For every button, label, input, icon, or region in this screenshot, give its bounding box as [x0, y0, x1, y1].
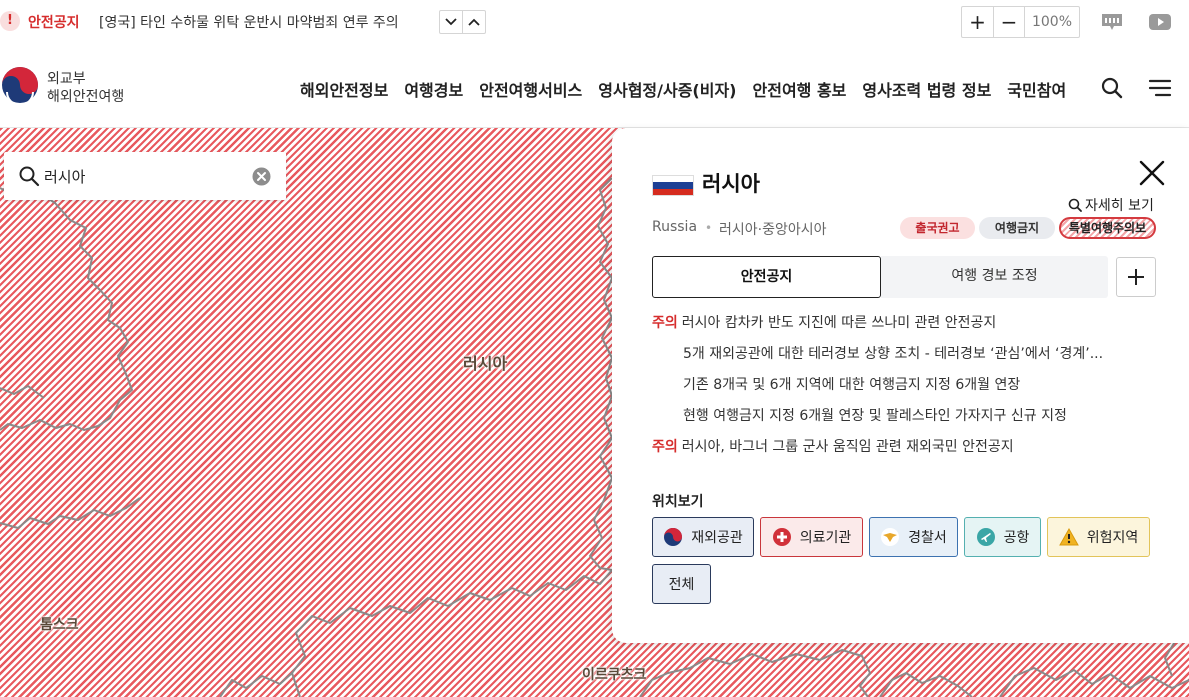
zoom-control: + − 100%	[961, 6, 1080, 38]
notice-title: 러시아 캄차카 반도 지진에 따른 쓰나미 관련 안전공지	[681, 315, 997, 331]
list-item[interactable]: 5개 재외공관에 대한 테러경보 상향 조치 - 테러경보 ‘관심’에서 ‘경계…	[652, 344, 1152, 375]
hamburger-menu-icon[interactable]	[1148, 78, 1172, 98]
chevron-down-icon[interactable]	[440, 11, 462, 33]
map-label-tomsk: 톰스크	[40, 617, 79, 633]
status-badge-departure-advised: 출국권고	[900, 217, 975, 239]
add-button[interactable]	[1116, 257, 1156, 297]
separator-dot: •	[705, 221, 713, 235]
safety-notice-list: 주의 러시아 캄차카 반도 지진에 따른 쓰나미 관련 안전공지 5개 재외공관에…	[652, 313, 1152, 468]
notice-title: 5개 재외공관에 대한 테러경보 상향 조치 - 테러경보 ‘관심’에서 ‘경계…	[683, 346, 1104, 362]
magnifier-icon	[1068, 198, 1082, 212]
logo-text-service[interactable]: 해외안전여행	[47, 86, 124, 106]
zoom-out-button[interactable]: −	[993, 7, 1024, 37]
blog-icon[interactable]	[1100, 12, 1124, 32]
list-item[interactable]: 주의 러시아, 바그너 그룹 군사 움직임 관련 재외국민 안전공지	[652, 437, 1152, 468]
danger-zone-label: 위험지역	[1086, 530, 1139, 546]
clear-search-icon[interactable]	[252, 167, 271, 186]
close-icon[interactable]	[1139, 160, 1165, 186]
notice-tag: 주의	[652, 439, 678, 455]
search-icon	[19, 166, 40, 187]
warning-icon	[1058, 528, 1079, 546]
list-item[interactable]: 주의 러시아 캄차카 반도 지진에 따른 쓰나미 관련 안전공지	[652, 313, 1152, 344]
police-button[interactable]: 경찰서	[869, 517, 958, 557]
list-item[interactable]: 기존 8개국 및 6개 지역에 대한 여행금지 지정 6개월 연장	[652, 375, 1152, 406]
notice-title: 현행 여행금지 지정 6개월 연장 및 팔레스타인 가자지구 신규 지정	[683, 408, 1067, 424]
map-label-irkutsk: 이르쿠츠크	[582, 667, 647, 683]
show-all-button[interactable]: 전체	[652, 564, 711, 604]
russia-flag-icon	[652, 175, 694, 196]
notice-headline[interactable]: [영국] 타인 수하물 위탁 운반시 마약범죄 연루 주의	[99, 12, 399, 32]
detail-view-link[interactable]: 자세히 보기	[1068, 195, 1154, 215]
notice-bar: ! 안전공지 [영국] 타인 수하물 위탁 운반시 마약범죄 연루 주의 + −…	[0, 0, 1189, 44]
logo-text-ministry[interactable]: 외교부	[47, 68, 86, 88]
airport-label: 공항	[1003, 530, 1030, 546]
nav-item-participation[interactable]: 국민참여	[1007, 77, 1066, 101]
zoom-in-button[interactable]: +	[962, 7, 993, 37]
medical-button[interactable]: 의료기관	[760, 517, 863, 557]
map-label-russia: 러시아	[463, 354, 508, 373]
nav-item-travel-alert[interactable]: 여행경보	[404, 77, 463, 101]
country-english-name: Russia	[652, 219, 698, 235]
nav-item-consular-law[interactable]: 영사조력 법령 정보	[862, 77, 991, 101]
notice-title: 러시아, 바그너 그룹 군사 움직임 관련 재외국민 안전공지	[681, 439, 1014, 455]
tab-alert-adjustment[interactable]: 여행 경보 조정	[881, 256, 1108, 298]
notice-nav	[439, 10, 486, 34]
site-header: 외교부 해외안전여행 해외안전정보 여행경보 안전여행서비스 영사협정/사증(비…	[0, 44, 1189, 128]
nav-item-promotion[interactable]: 안전여행 홍보	[753, 77, 847, 101]
country-search-box	[4, 152, 286, 200]
notice-title: 기존 8개국 및 6개 지역에 대한 여행금지 지정 6개월 연장	[683, 377, 1021, 393]
status-badge-special-advisory: 특별여행주의보	[1059, 217, 1156, 239]
panel-tabs: 안전공지 여행 경보 조정	[652, 256, 1108, 298]
notice-label[interactable]: 안전공지	[28, 12, 80, 32]
country-search-input[interactable]	[44, 162, 244, 190]
zoom-level: 100%	[1024, 7, 1079, 37]
status-badge-travel-ban: 여행금지	[979, 217, 1055, 239]
medical-cross-icon	[772, 528, 791, 546]
airplane-icon	[976, 528, 995, 546]
alert-icon: !	[0, 11, 20, 31]
tab-safety-notice[interactable]: 안전공지	[652, 256, 881, 298]
list-item[interactable]: 현행 여행금지 지정 6개월 연장 및 팔레스타인 가자지구 신규 지정	[652, 406, 1152, 437]
embassy-button[interactable]: 재외공관	[652, 517, 754, 557]
youtube-icon[interactable]	[1148, 12, 1172, 32]
airport-button[interactable]: 공항	[964, 517, 1041, 557]
chevron-up-icon[interactable]	[462, 11, 485, 33]
medical-label: 의료기관	[799, 530, 852, 546]
detail-view-label: 자세히 보기	[1085, 198, 1154, 214]
embassy-label: 재외공관	[691, 530, 743, 546]
police-label: 경찰서	[908, 530, 947, 546]
police-badge-icon	[881, 528, 900, 546]
main-nav: 해외안전정보 여행경보 안전여행서비스 영사협정/사증(비자) 안전여행 홍보 …	[300, 77, 1066, 101]
search-icon[interactable]	[1100, 76, 1124, 100]
taegeuk-icon	[664, 528, 683, 546]
nav-item-overseas-safety[interactable]: 해외안전정보	[300, 77, 388, 101]
danger-zone-button[interactable]: 위험지역	[1047, 517, 1150, 557]
country-region: 러시아·중앙아시아	[719, 222, 827, 238]
show-all-label: 전체	[668, 577, 695, 593]
plus-icon	[1128, 269, 1144, 285]
notice-tag: 주의	[652, 315, 678, 331]
country-name: 러시아	[702, 172, 760, 196]
location-view-title: 위치보기	[652, 494, 704, 510]
nav-item-safe-travel-service[interactable]: 안전여행서비스	[479, 77, 582, 101]
nav-item-consular-visa[interactable]: 영사협정/사증(비자)	[598, 77, 736, 101]
taegeuk-logo-icon[interactable]	[1, 66, 39, 104]
